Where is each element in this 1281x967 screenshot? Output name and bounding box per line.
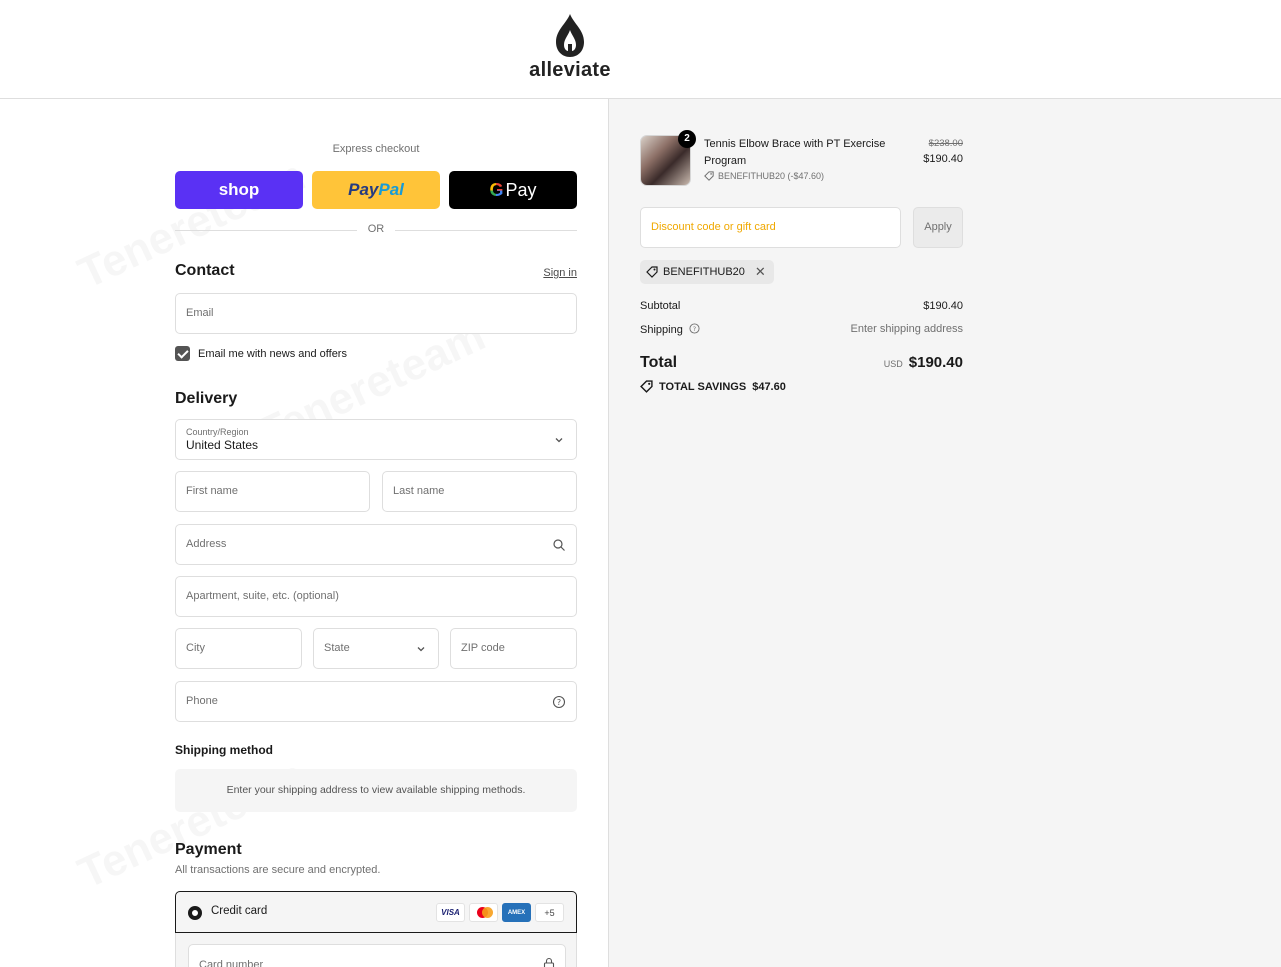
newsletter-label: Email me with news and offers [198,347,347,360]
city-field[interactable]: City [175,628,302,669]
first-name-field[interactable]: First name [175,471,370,512]
header: alleviate [0,0,1281,99]
phone-field[interactable]: Phone ? [175,681,577,722]
apply-discount-button[interactable]: Apply [913,207,963,248]
shipping-method-notice: Enter your shipping address to view avai… [175,769,577,812]
zip-field[interactable]: ZIP code [450,628,577,669]
paypal-button[interactable]: Pay Pal [312,171,440,209]
discount-code-input[interactable]: Discount code or gift card [640,207,901,248]
search-icon [553,539,565,551]
apartment-placeholder: Apartment, suite, etc. (optional) [186,590,339,602]
shipping-value: Enter shipping address [850,323,963,335]
apartment-field[interactable]: Apartment, suite, etc. (optional) [175,576,577,617]
country-value: United States [186,438,259,452]
phone-placeholder: Phone [186,695,218,707]
country-label: Country/Region [186,427,249,437]
amex-icon: AMEX [502,903,531,922]
remove-discount-icon[interactable]: ✕ [755,264,766,280]
email-field[interactable]: Email [175,293,577,334]
last-name-field[interactable]: Last name [382,471,577,512]
state-select[interactable]: State [313,628,439,669]
mastercard-icon [469,903,498,922]
credit-card-radio[interactable] [188,906,202,920]
card-number-field[interactable]: Card number [188,944,566,967]
savings-label: TOTAL SAVINGS [659,380,747,393]
card-form: Card number [175,933,577,967]
credit-card-label: Credit card [211,905,268,917]
city-placeholder: City [186,642,205,654]
subtotal-label: Subtotal [640,300,681,312]
discount-code-placeholder: Discount code or gift card [651,221,776,233]
product-thumbnail: 2 [640,130,696,186]
total-amount: $190.40 [908,354,963,371]
google-pay-button[interactable]: G Pay [449,171,577,209]
or-label: OR [357,223,395,235]
quantity-badge: 2 [678,130,696,148]
currency-code: USD [883,359,903,369]
savings-amount: $47.60 [752,380,786,393]
brand-name: alleviate [529,59,611,81]
subtotal-row: Subtotal $190.40 [640,300,963,312]
zip-placeholder: ZIP code [461,642,505,654]
tag-icon [704,171,714,181]
last-name-placeholder: Last name [393,485,445,497]
email-placeholder: Email [186,307,214,319]
shop-pay-button[interactable]: shop [175,171,303,209]
help-icon[interactable]: ? [689,323,700,334]
total-savings: TOTAL SAVINGS $47.60 [640,380,786,393]
lock-icon [543,957,555,967]
card-number-placeholder: Card number [199,959,264,967]
google-g-icon: G [489,179,504,200]
payment-heading: Payment [175,841,242,858]
more-cards-badge: +5 [535,903,564,922]
country-select[interactable]: Country/Region United States [175,419,577,460]
visa-icon: VISA [436,903,465,922]
order-summary: 2 Tennis Elbow Brace with PT Exercise Pr… [608,99,1281,967]
product-title: Tennis Elbow Brace with PT Exercise Prog… [704,138,886,167]
express-checkout-label: Express checkout [332,143,420,155]
shipping-row: Shipping ? Enter shipping address [640,323,963,336]
state-placeholder: State [324,642,350,654]
svg-text:?: ? [693,325,696,333]
paypal-text-a: Pay [348,180,379,199]
address-placeholder: Address [186,538,227,550]
tag-icon [640,380,653,393]
total-value: USD $190.40 [884,354,963,371]
applied-discount-code: BENEFITHUB20 [663,266,745,278]
card-logos: VISA AMEX +5 [436,903,564,922]
credit-card-option[interactable]: Credit card VISA AMEX +5 [175,891,577,933]
shipping-label: Shipping [640,324,683,336]
newsletter-option[interactable]: Email me with news and offers [175,346,347,361]
newsletter-checkbox[interactable] [175,346,190,361]
product-discount: BENEFITHUB20 (-$47.60) [704,171,824,181]
applied-discount-chip: BENEFITHUB20 ✕ [640,260,774,284]
google-pay-text: Pay [505,179,537,200]
chevron-down-icon [555,438,563,443]
price-current: $190.40 [923,153,963,165]
tag-icon [646,266,658,278]
subtotal-value: $190.40 [923,300,963,312]
svg-text:?: ? [557,698,561,707]
product-discount-text: BENEFITHUB20 (-$47.60) [718,171,825,181]
paypal-text-b: Pal [378,180,404,199]
first-name-placeholder: First name [186,485,238,497]
chevron-down-icon [417,647,425,652]
payment-subtitle: All transactions are secure and encrypte… [175,864,381,876]
contact-heading: Contact [175,262,235,279]
brand-logo[interactable]: alleviate [520,14,620,86]
address-field[interactable]: Address [175,524,577,565]
price-original: $238.00 [928,138,963,149]
sign-in-link[interactable]: Sign in [543,267,577,279]
flame-logo-icon [556,14,584,57]
delivery-heading: Delivery [175,390,238,407]
shipping-method-heading: Shipping method [175,743,273,757]
help-icon[interactable]: ? [552,695,566,709]
total-label: Total [640,354,678,371]
